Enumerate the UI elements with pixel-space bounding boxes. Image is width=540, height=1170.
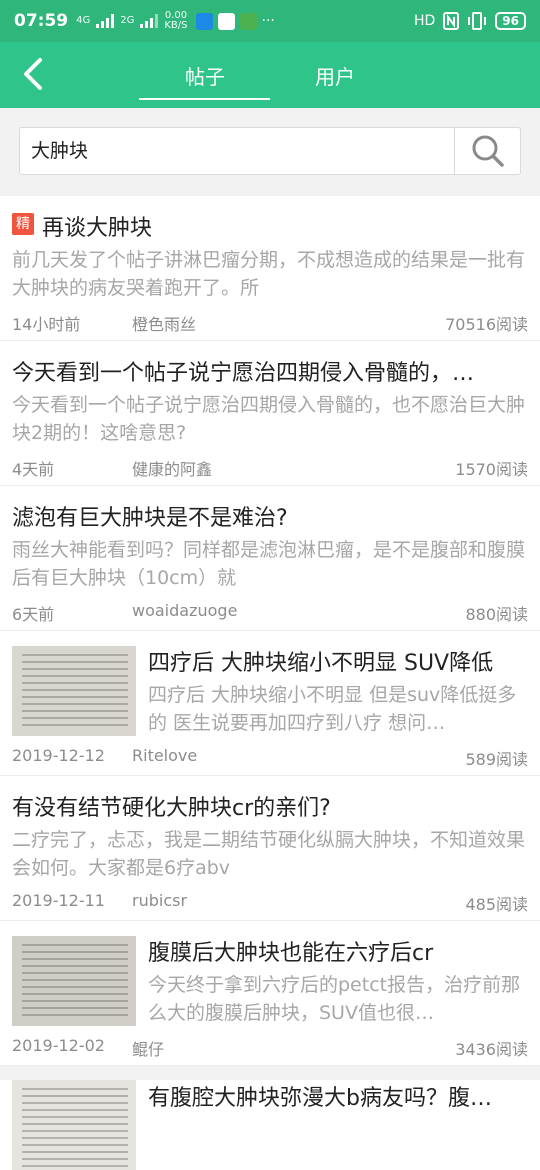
post-author[interactable]: woaidazuoge (132, 601, 237, 620)
app-notification-icon (195, 12, 213, 30)
post-excerpt: 四疗后 大肿块缩小不明显 但是suv降低挺多的 医生说要再加四疗到八疗 想问… (148, 684, 517, 734)
post-author[interactable]: Ritelove (132, 746, 197, 765)
battery-indicator: 96 (495, 12, 526, 30)
status-time: 07:59 (14, 11, 69, 31)
search-button[interactable] (455, 128, 521, 174)
post-excerpt: 前几天发了个帖子讲淋巴瘤分期，不成想造成的结果是一批有大肿块的病友哭着跑开了。所 (12, 249, 526, 299)
post-date: 2019-12-12 (12, 746, 105, 765)
post-read-count: 880阅读 (465, 605, 528, 624)
net-speed-unit: KB/S (164, 20, 188, 31)
hd-icon: HD (413, 13, 436, 29)
post-item[interactable]: 滤泡有巨大肿块是不是难治? 雨丝大神能看到吗？同样都是滤泡淋巴瘤，是不是腹部和腹… (0, 486, 540, 631)
post-title: 四疗后 大肿块缩小不明显 SUV降低 (148, 651, 494, 676)
post-date: 14小时前 (12, 315, 81, 334)
post-read-count: 3436阅读 (455, 1040, 528, 1059)
search-input[interactable]: 大肿块 (31, 128, 88, 174)
search-box: 大肿块 (19, 127, 521, 175)
nfc-icon (443, 12, 460, 30)
post-read-count: 485阅读 (465, 895, 528, 914)
post-date: 2019-12-11 (12, 891, 105, 910)
store-notification-icon (239, 12, 257, 30)
active-tab-indicator (139, 98, 270, 100)
post-title: 有腹腔大肿块弥漫大b病友吗？腹… (148, 1086, 492, 1111)
post-author[interactable]: 健康的阿鑫 (132, 456, 212, 480)
post-title: 再谈大肿块 (42, 216, 153, 241)
post-thumbnail (12, 646, 136, 736)
featured-badge: 精 (12, 213, 34, 235)
tab-posts-label: 帖子 (185, 64, 225, 89)
post-thumbnail (12, 1080, 136, 1170)
post-author[interactable]: rubicsr (132, 891, 187, 910)
post-author[interactable]: 鲲仔 (132, 1036, 164, 1060)
post-item[interactable]: 精 再谈大肿块 前几天发了个帖子讲淋巴瘤分期，不成想造成的结果是一批有大肿块的病… (0, 196, 540, 341)
post-thumbnail (12, 936, 136, 1026)
post-title: 腹膜后大肿块也能在六疗后cr (148, 941, 434, 966)
post-title: 有没有结节硬化大肿块cr的亲们? (12, 796, 331, 821)
extra-signal-label: 2G (120, 15, 135, 26)
post-author[interactable]: 橙色雨丝 (132, 311, 196, 335)
signal-icon (96, 14, 115, 28)
post-item[interactable]: 四疗后 大肿块缩小不明显 SUV降低 四疗后 大肿块缩小不明显 但是suv降低挺… (0, 631, 540, 776)
post-excerpt: 今天终于拿到六疗后的petct报告，治疗前那么大的腹膜后肿块，SUV值也很… (148, 974, 521, 1024)
status-bar: 07:59 4G 2G 0.00 KB/S ··· HD 96 (0, 0, 540, 42)
post-excerpt: 雨丝大神能看到吗？同样都是滤泡淋巴瘤，是不是腹部和腹膜后有巨大肿块（10cm）就 (12, 539, 526, 589)
post-title: 滤泡有巨大肿块是不是难治? (12, 506, 288, 531)
post-date: 4天前 (12, 460, 55, 479)
more-notifications-icon: ··· (261, 13, 275, 29)
post-list: 精 再谈大肿块 前几天发了个帖子讲淋巴瘤分期，不成想造成的结果是一批有大肿块的病… (0, 196, 540, 1170)
net-speed: 0.00 KB/S (164, 11, 187, 31)
back-arrow-icon[interactable] (14, 54, 54, 94)
network-type: 4G (76, 15, 91, 26)
post-excerpt: 二疗完了，忐忑，我是二期结节硬化纵膈大肿块，不知道效果会如何。大家都是6疗abv (12, 829, 526, 879)
nav-bar: 帖子 用户 (0, 42, 540, 108)
search-area: 大肿块 (0, 108, 540, 196)
post-item[interactable]: 有没有结节硬化大肿块cr的亲们? 二疗完了，忐忑，我是二期结节硬化纵膈大肿块，不… (0, 776, 540, 921)
post-read-count: 70516阅读 (445, 315, 528, 334)
post-item[interactable]: 腹膜后大肿块也能在六疗后cr 今天终于拿到六疗后的petct报告，治疗前那么大的… (0, 921, 540, 1066)
post-excerpt: 今天看到一个帖子说宁愿治四期侵入骨髓的，也不愿治巨大肿块2期的！这啥意思? (12, 394, 526, 444)
post-read-count: 1570阅读 (455, 460, 528, 479)
signal-icon-2 (140, 14, 159, 28)
post-item[interactable]: 今天看到一个帖子说宁愿治四期侵入骨髓的，… 今天看到一个帖子说宁愿治四期侵入骨髓… (0, 341, 540, 486)
status-right: HD 96 (414, 12, 526, 30)
calendar-notification-icon (217, 12, 235, 30)
tab-users-label: 用户 (315, 64, 355, 89)
post-item[interactable]: 有腹腔大肿块弥漫大b病友吗？腹… (0, 1066, 540, 1170)
post-date: 6天前 (12, 605, 55, 624)
vibrate-icon (468, 12, 487, 30)
tab-users[interactable]: 用户 (270, 42, 400, 108)
search-icon (472, 135, 504, 167)
post-read-count: 589阅读 (465, 750, 528, 769)
post-title: 今天看到一个帖子说宁愿治四期侵入骨髓的，… (12, 361, 475, 386)
post-date: 2019-12-02 (12, 1036, 105, 1055)
